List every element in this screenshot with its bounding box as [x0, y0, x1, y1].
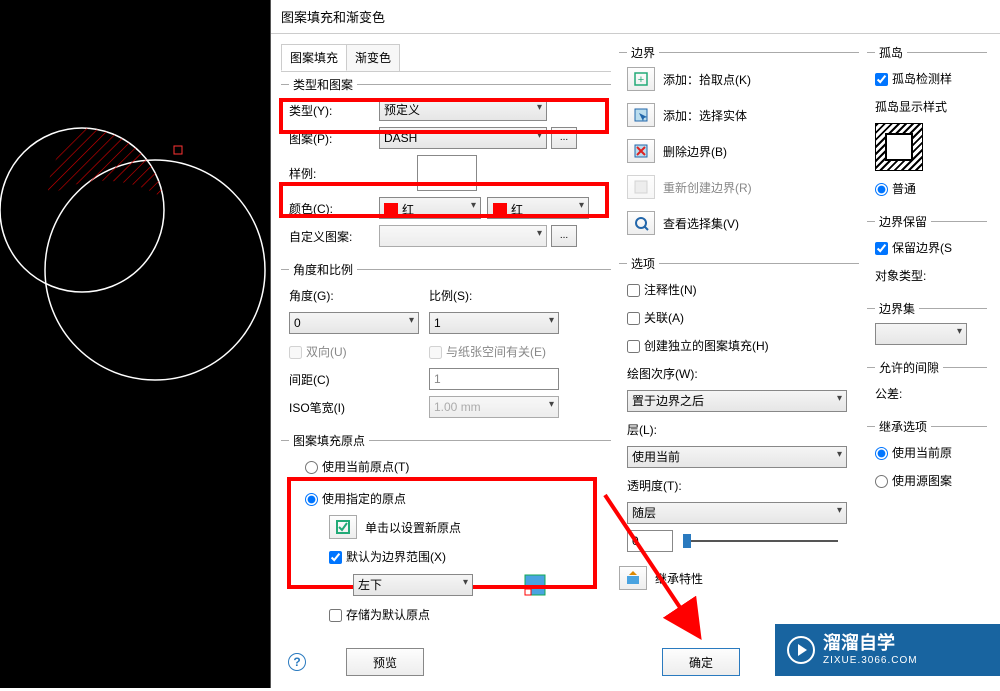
group-origin: 图案填充原点 使用当前原点(T) 使用指定的原点 单击以设置新原点 默认为边界范… — [281, 432, 611, 631]
sample-swatch[interactable] — [417, 155, 477, 191]
pattern-label: 图案(P): — [289, 130, 379, 147]
view-selection-button[interactable] — [627, 211, 655, 235]
group-type-pattern: 类型和图案 类型(Y): 预定义 图案(P): DASH ... 样例: — [281, 76, 611, 253]
color1-select[interactable] — [379, 197, 481, 219]
scale-label: 比例(S): — [429, 287, 472, 304]
draw-order-select[interactable]: 置于边界之后 — [627, 390, 847, 412]
inherit-current-radio[interactable]: 使用当前原 — [875, 444, 952, 461]
independent-check[interactable]: 创建独立的图案填充(H) — [627, 337, 769, 354]
group-inherit-opt: 继承选项 使用当前原 使用源图案 — [867, 418, 987, 497]
dialog-title: 图案填充和渐变色 — [271, 0, 1000, 34]
group-islands: 孤岛 孤岛检测样 孤岛显示样式 普通 — [867, 44, 987, 205]
cad-canvas-area[interactable] — [0, 0, 270, 688]
associative-check[interactable]: 关联(A) — [627, 309, 684, 326]
scale-select[interactable]: 1 — [429, 312, 559, 334]
retain-boundary-check[interactable]: 保留边界(S — [875, 239, 952, 256]
svg-text:+: + — [638, 74, 644, 86]
tab-gradient[interactable]: 渐变色 — [346, 44, 400, 71]
preview-button[interactable]: 预览 — [346, 648, 424, 676]
draw-order-label: 绘图次序(W): — [627, 365, 698, 382]
delete-boundary-button[interactable] — [627, 139, 655, 163]
custom-pattern-browse[interactable]: ... — [551, 225, 577, 247]
tab-hatch[interactable]: 图案填充 — [281, 44, 347, 71]
default-bounds-check[interactable]: 默认为边界范围(X) — [329, 548, 446, 565]
boundary-set-select[interactable] — [875, 323, 967, 345]
layer-label: 层(L): — [627, 421, 657, 438]
inherit-props-button[interactable] — [619, 566, 647, 590]
transparency-value[interactable] — [627, 530, 673, 552]
pick-origin-label: 单击以设置新原点 — [365, 519, 461, 536]
angle-label: 角度(G): — [289, 287, 429, 304]
transparency-label: 透明度(T): — [627, 477, 682, 494]
spacing-label: 间距(C) — [289, 371, 429, 388]
inherit-source-radio[interactable]: 使用源图案 — [875, 472, 952, 489]
spacing-input — [429, 368, 559, 390]
isopen-select: 1.00 mm — [429, 396, 559, 418]
pattern-browse-button[interactable]: ... — [551, 127, 577, 149]
type-label: 类型(Y): — [289, 102, 379, 119]
island-detect-check[interactable]: 孤岛检测样 — [875, 70, 952, 87]
bidir-check: 双向(U) — [289, 343, 429, 360]
group-boundary-set: 边界集 — [867, 300, 987, 351]
canvas-drawing — [0, 0, 270, 688]
group-boundary: 边界 +添加：拾取点(K) 添加：选择实体 删除边界(B) 重新创建边界(R) … — [619, 44, 859, 247]
transparency-select[interactable]: 随层 — [627, 502, 847, 524]
island-normal-radio[interactable]: 普通 — [875, 180, 916, 197]
layer-select[interactable]: 使用当前 — [627, 446, 847, 468]
watermark: 溜溜自学 ZIXUE.3066.COM — [775, 624, 1000, 676]
pattern-select[interactable]: DASH — [379, 127, 547, 149]
group-gap: 允许的间隙 公差: — [867, 359, 987, 410]
color2-select[interactable] — [487, 197, 589, 219]
hatch-dialog: 图案填充和渐变色 图案填充 渐变色 类型和图案 类型(Y): 预定义 图案(P)… — [270, 0, 1000, 688]
pick-origin-button[interactable] — [329, 515, 357, 539]
origin-pos-select[interactable]: 左下 — [353, 574, 473, 596]
use-current-origin-radio[interactable]: 使用当前原点(T) — [305, 458, 409, 475]
angle-select[interactable]: 0 — [289, 312, 419, 334]
color-label: 颜色(C): — [289, 200, 379, 217]
group-options: 选项 注释性(N) 关联(A) 创建独立的图案填充(H) 绘图次序(W): 置于… — [619, 255, 859, 558]
isopen-label: ISO笔宽(I) — [289, 399, 429, 416]
add-pick-point-button[interactable]: + — [627, 67, 655, 91]
origin-preview-icon — [523, 573, 547, 597]
custom-pattern-label: 自定义图案: — [289, 228, 379, 245]
type-select[interactable]: 预定义 — [379, 99, 547, 121]
annotative-check[interactable]: 注释性(N) — [627, 281, 697, 298]
help-icon[interactable]: ? — [288, 653, 306, 671]
ok-button[interactable]: 确定 — [662, 648, 740, 676]
add-select-entity-button[interactable] — [627, 103, 655, 127]
dialog-tabs: 图案填充 渐变色 — [281, 44, 611, 72]
island-preview[interactable] — [875, 123, 923, 171]
paper-rel-check: 与纸张空间有关(E) — [429, 343, 546, 360]
sample-label: 样例: — [289, 165, 379, 182]
use-specified-origin-radio[interactable]: 使用指定的原点 — [305, 490, 406, 507]
group-angle-scale: 角度和比例 角度(G): 比例(S): 0 1 双向(U) 与纸张空间有关(E)… — [281, 261, 611, 424]
group-retain: 边界保留 保留边界(S 对象类型: — [867, 213, 987, 292]
store-default-origin-check[interactable]: 存储为默认原点 — [329, 606, 430, 623]
recreate-boundary-button — [627, 175, 655, 199]
watermark-play-icon — [787, 636, 815, 664]
transparency-slider[interactable] — [683, 540, 838, 542]
custom-pattern-select — [379, 225, 547, 247]
